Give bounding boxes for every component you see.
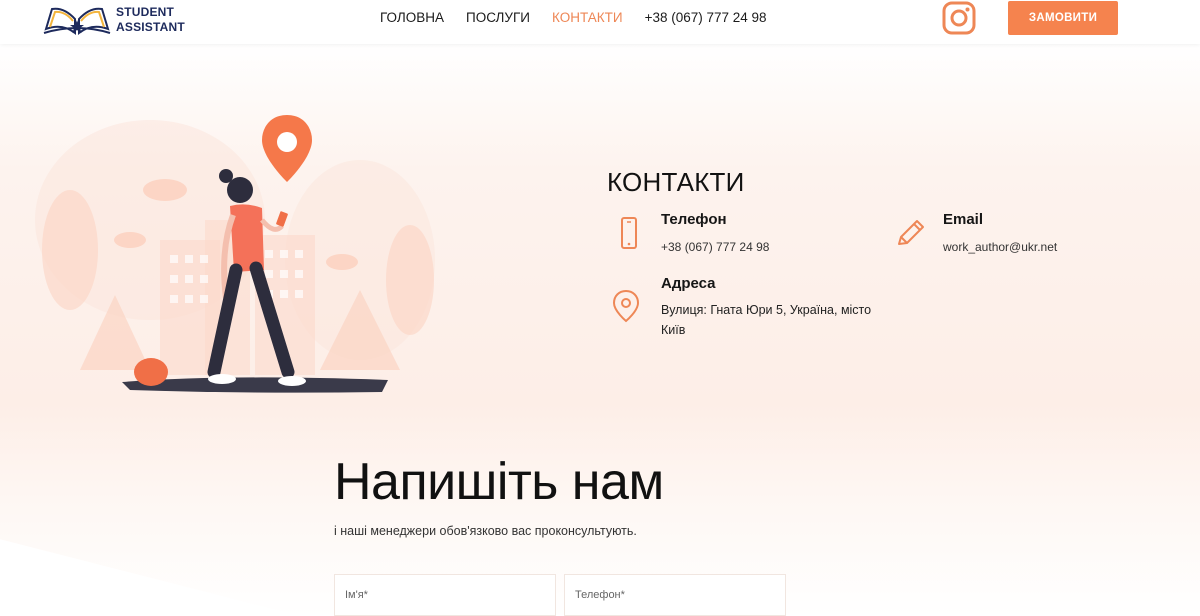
order-button[interactable]: ЗАМОВИТИ [1008, 1, 1118, 35]
nav-item-home[interactable]: ГОЛОВНА [380, 10, 444, 26]
site-header: STUDENT ASSISTANT ГОЛОВНА ПОСЛУГИ КОНТАК… [0, 0, 1200, 44]
main-nav: ГОЛОВНА ПОСЛУГИ КОНТАКТИ +38 (067) 777 2… [380, 10, 789, 26]
logo-text: STUDENT ASSISTANT [116, 5, 185, 35]
contact-form-subtitle: і наші менеджери обов'язково вас проконс… [334, 524, 637, 538]
pencil-icon [898, 220, 924, 245]
book-logo-icon [43, 7, 111, 36]
address-line-2: Київ [661, 323, 686, 337]
instagram-icon[interactable] [941, 0, 977, 36]
phone-input[interactable] [564, 574, 786, 616]
phone-icon [621, 217, 637, 249]
logo-line-1: STUDENT [116, 5, 175, 19]
nav-phone-link[interactable]: +38 (067) 777 24 98 [645, 10, 767, 26]
email-label: Email [943, 211, 984, 228]
address-label: Адреса [661, 275, 716, 292]
woman-with-map-pin-illustration [35, 115, 435, 393]
nav-item-services[interactable]: ПОСЛУГИ [466, 10, 530, 26]
logo[interactable]: STUDENT ASSISTANT [42, 2, 192, 38]
contacts-title: КОНТАКТИ [607, 167, 745, 197]
contact-form-title: Напишіть нам [334, 453, 664, 511]
email-value[interactable]: work_author@ukr.net [943, 237, 1057, 257]
name-input[interactable] [334, 574, 556, 616]
phone-label: Телефон [661, 211, 727, 228]
phone-value[interactable]: +38 (067) 777 24 98 [661, 237, 769, 257]
location-pin-icon [612, 289, 640, 323]
address-line-1: Вулиця: Гната Юри 5, Україна, місто [661, 303, 872, 317]
logo-line-2: ASSISTANT [116, 20, 185, 34]
nav-item-contacts[interactable]: КОНТАКТИ [552, 10, 623, 26]
